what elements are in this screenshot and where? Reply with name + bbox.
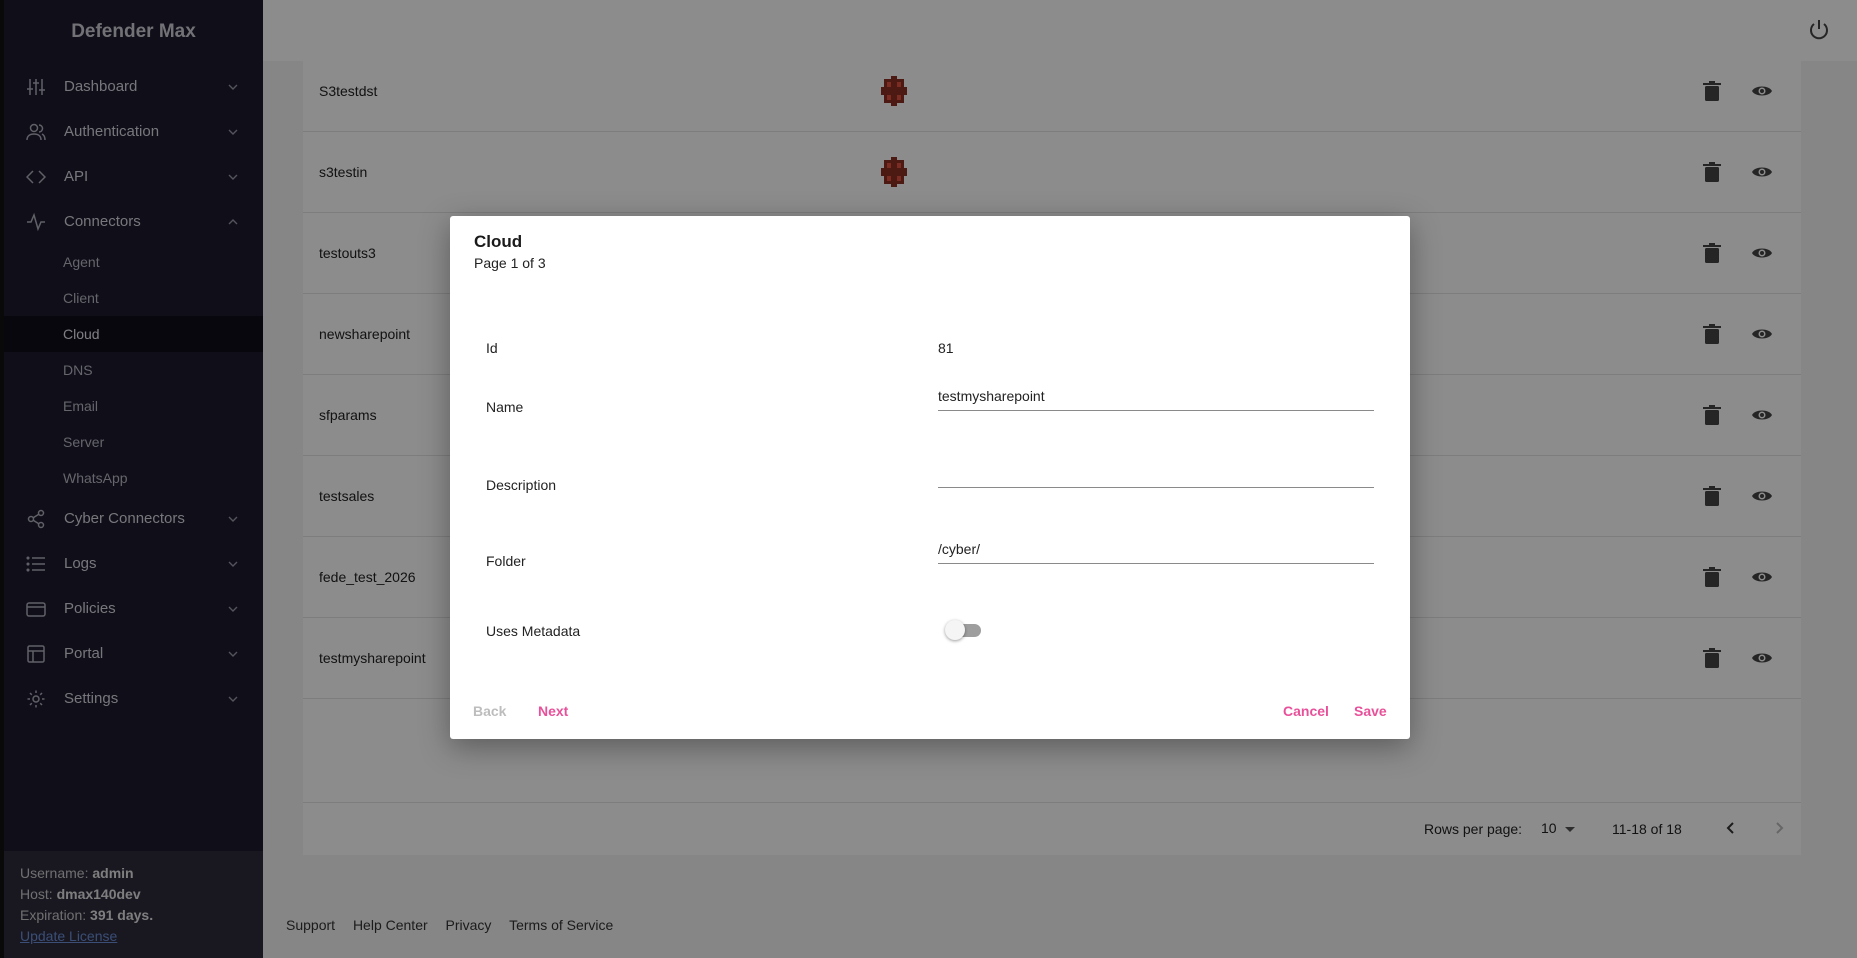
uses-metadata-label: Uses Metadata [486,623,581,639]
uses-metadata-toggle[interactable] [945,620,981,640]
folder-field[interactable] [938,535,1374,564]
name-field[interactable] [938,382,1374,411]
cloud-dialog: Cloud Page 1 of 3 Id 81 Name Description… [450,216,1410,739]
next-button[interactable]: Next [538,703,568,719]
description-field[interactable] [938,459,1374,488]
folder-label: Folder [486,553,526,569]
cancel-button[interactable]: Cancel [1283,703,1329,719]
id-label: Id [486,340,498,356]
dialog-title: Cloud [474,232,523,251]
back-button[interactable]: Back [473,703,506,719]
save-button[interactable]: Save [1354,703,1387,719]
id-value: 81 [938,340,954,356]
description-label: Description [486,477,557,493]
name-label: Name [486,399,524,415]
dialog-page-indicator: Page 1 of 3 [474,255,546,271]
